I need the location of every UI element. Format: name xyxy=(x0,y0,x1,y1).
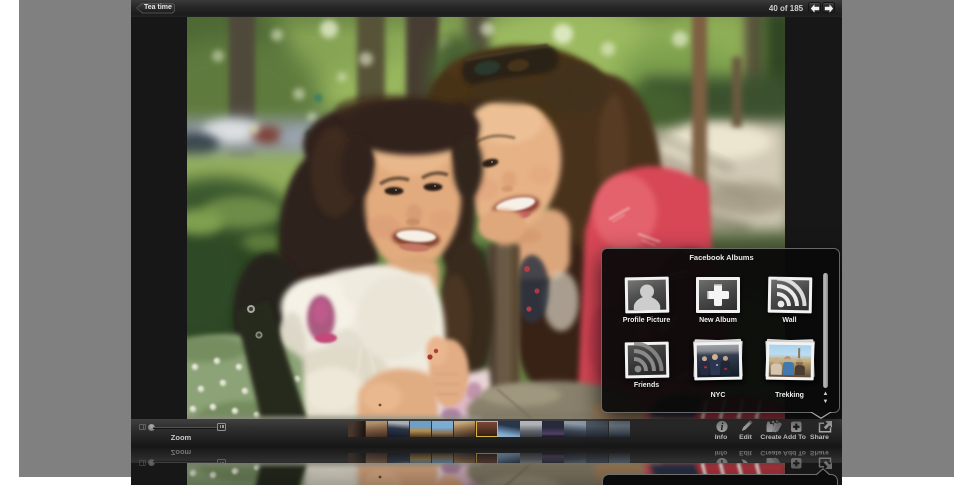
svg-text:i: i xyxy=(721,422,724,433)
